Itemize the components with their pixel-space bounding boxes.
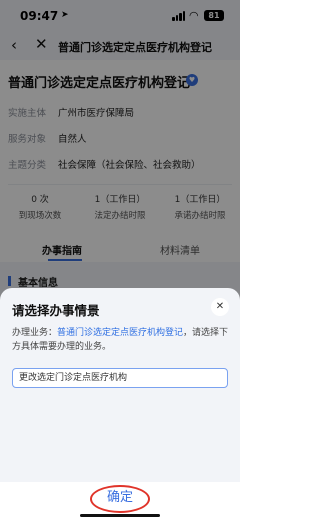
desc-prefix: 办理业务： — [12, 328, 58, 338]
close-icon[interactable]: ✕ — [211, 298, 229, 316]
sheet-description: 办理业务：普通门诊选定定点医疗机构登记，请选择下方具体需要办理的业务。 — [12, 326, 232, 354]
highlight-circle — [90, 485, 150, 513]
sheet-title: 请选择办事情景 — [12, 303, 100, 318]
scenario-option[interactable]: 更改选定门诊定点医疗机构 — [12, 368, 228, 388]
home-indicator — [80, 514, 160, 517]
scenario-sheet: 请选择办事情景 ✕ 办理业务：普通门诊选定定点医疗机构登记，请选择下方具体需要办… — [0, 288, 240, 520]
business-link[interactable]: 普通门诊选定定点医疗机构登记 — [57, 328, 183, 338]
